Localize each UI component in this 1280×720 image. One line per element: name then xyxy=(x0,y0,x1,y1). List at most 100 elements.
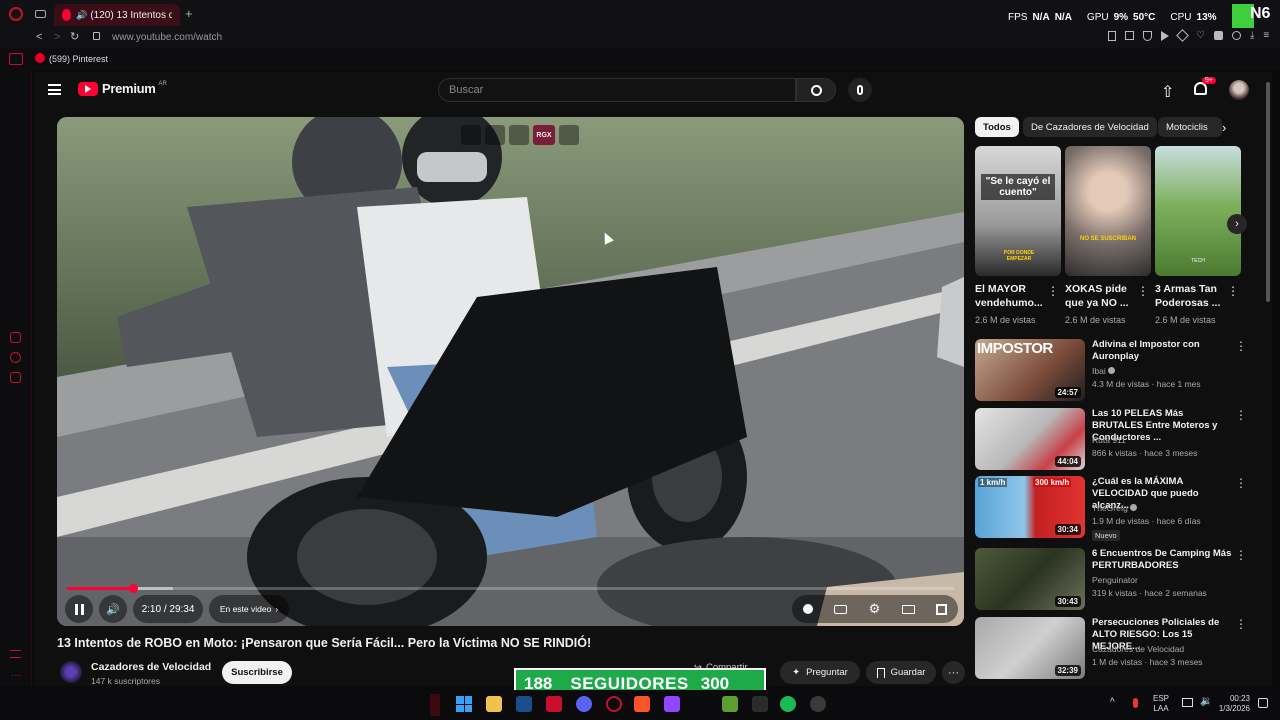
rgx-button[interactable]: RGX xyxy=(533,125,555,145)
opera-logo-icon[interactable] xyxy=(9,7,23,21)
short-menu-2[interactable]: ⋮ xyxy=(1137,284,1149,298)
video-menu-icon[interactable]: ⋮ xyxy=(1235,339,1247,353)
channel-name[interactable]: Cazadores de Velocidad xyxy=(91,661,211,673)
list-item[interactable]: 32:39 Persecuciones Policiales de ALTO R… xyxy=(975,617,1247,679)
short-thumbnail-1[interactable]: "Se le cayó el cuento" POR DONDE EMPEZAR xyxy=(975,146,1061,276)
volume-icon: 🔊 xyxy=(106,603,120,616)
popout-icon[interactable] xyxy=(485,125,505,145)
menu-icon[interactable]: ≡ xyxy=(1263,31,1269,41)
obs-icon[interactable] xyxy=(810,696,826,712)
video-menu-icon[interactable]: ⋮ xyxy=(1235,476,1247,490)
windows-start-icon[interactable] xyxy=(456,696,472,712)
volume-button[interactable]: 🔊 xyxy=(99,595,127,623)
short-title-1[interactable]: El MAYOR vendehumo... xyxy=(975,282,1047,310)
opera-gx-icon[interactable] xyxy=(606,696,622,712)
language-indicator[interactable]: ESP LAA xyxy=(1153,694,1169,714)
scrollbar[interactable] xyxy=(1266,82,1270,302)
tray-mic-icon[interactable] xyxy=(1133,698,1138,708)
shield-icon[interactable] xyxy=(1143,31,1152,41)
notification-center-icon[interactable] xyxy=(1258,698,1268,708)
upload-icon[interactable]: ⇧ xyxy=(1161,82,1174,102)
profile-icon[interactable] xyxy=(1231,31,1241,40)
notifications-button[interactable]: 9+ xyxy=(1194,77,1216,95)
pip-icon[interactable] xyxy=(461,125,481,145)
brave-icon[interactable] xyxy=(634,696,650,712)
short-title-3[interactable]: 3 Armas Tan Poderosas ... xyxy=(1155,282,1227,310)
video-player[interactable]: RGX 🔊 2:10 / 29:34 En este video › ⚙ xyxy=(57,117,964,626)
discord-icon[interactable] xyxy=(576,696,592,712)
back-icon[interactable]: < xyxy=(36,31,42,43)
snapshot-icon[interactable] xyxy=(1125,31,1134,40)
clock[interactable]: 00:23 1/3/2026 xyxy=(1214,694,1250,714)
steam-icon[interactable] xyxy=(516,696,532,712)
url-text[interactable]: www.youtube.com/watch xyxy=(112,32,222,43)
list-item[interactable]: 30:43 6 Encuentros De Camping Más PERTUR… xyxy=(975,548,1247,610)
app-red-icon[interactable] xyxy=(546,696,562,712)
terminal-icon[interactable] xyxy=(752,696,768,712)
bookmark-pinterest[interactable]: (599) Pinterest xyxy=(49,54,108,64)
shorts-next-button[interactable]: › xyxy=(1227,214,1247,234)
skip-icon[interactable] xyxy=(509,125,529,145)
ask-button[interactable]: ✦ Preguntar xyxy=(780,661,860,684)
subscribe-button[interactable]: Suscribirse xyxy=(222,661,292,684)
spotify-icon[interactable] xyxy=(780,696,796,712)
extensions-icon[interactable] xyxy=(1213,31,1223,40)
download-icon[interactable]: ⤓ xyxy=(1250,31,1254,41)
search-button[interactable] xyxy=(796,78,836,102)
chip-motorcycles[interactable]: Motociclis xyxy=(1158,117,1222,137)
chapter-button[interactable]: En este video › xyxy=(209,595,289,623)
subtitles-icon[interactable] xyxy=(834,604,848,614)
avatar[interactable] xyxy=(1229,80,1249,100)
video-menu-icon[interactable]: ⋮ xyxy=(1235,548,1247,562)
gear-icon[interactable]: ⚙ xyxy=(869,601,881,617)
minecraft-icon[interactable] xyxy=(722,696,738,712)
sidebar-more-icon[interactable]: ··· xyxy=(11,670,21,681)
search-input[interactable]: Buscar xyxy=(438,78,796,102)
tab-list-icon[interactable] xyxy=(35,10,46,18)
short-title-2[interactable]: XOKAS pide que ya NO ... xyxy=(1065,282,1137,310)
file-explorer-icon[interactable] xyxy=(486,696,502,712)
send-icon[interactable] xyxy=(1176,29,1189,42)
mirror-icon[interactable] xyxy=(559,125,579,145)
video-menu-icon[interactable]: ⋮ xyxy=(1235,408,1247,422)
list-item[interactable]: 44:04 Las 10 PELEAS Más BRUTALES Entre M… xyxy=(975,408,1247,470)
miniplayer-icon[interactable] xyxy=(901,604,915,614)
short-menu-3[interactable]: ⋮ xyxy=(1227,284,1239,298)
voice-search-button[interactable] xyxy=(848,78,872,102)
chip-all[interactable]: Todos xyxy=(975,117,1019,137)
heart-icon[interactable]: ♡ xyxy=(1196,31,1205,41)
speaker-tray-icon[interactable]: 🔉 xyxy=(1200,696,1212,707)
sidebar-whatsapp-icon[interactable] xyxy=(10,352,21,363)
sidebar-messenger-icon[interactable] xyxy=(10,332,21,343)
short-thumbnail-3[interactable]: TECH xyxy=(1155,146,1241,276)
browser-tab-active[interactable]: 🔊 (120) 13 Intentos de RO xyxy=(54,4,180,26)
channel-avatar[interactable] xyxy=(60,661,82,683)
tray-chevron-icon[interactable]: ^ xyxy=(1110,697,1115,708)
new-tab-button[interactable]: + xyxy=(185,6,193,21)
reload-icon[interactable]: ↻ xyxy=(70,30,79,43)
more-actions-button[interactable]: ··· xyxy=(942,661,965,684)
youtube-logo[interactable]: Premium AR xyxy=(78,81,167,96)
sidebar-instagram-icon[interactable] xyxy=(10,372,21,383)
list-item[interactable]: IMPOSTOR 24:57 Adivina el Impostor con A… xyxy=(975,339,1247,401)
chips-next-icon[interactable]: › xyxy=(1222,120,1226,135)
play-icon[interactable] xyxy=(1161,31,1169,41)
progress-bar[interactable] xyxy=(67,584,954,593)
twitch-icon[interactable] xyxy=(664,696,680,712)
pin-icon[interactable] xyxy=(1108,31,1116,41)
video-menu-icon[interactable]: ⋮ xyxy=(1235,617,1247,631)
forward-icon[interactable]: > xyxy=(54,31,60,43)
fullscreen-icon[interactable] xyxy=(936,603,948,615)
autoplay-toggle-icon[interactable] xyxy=(802,604,813,614)
progress-scrubber[interactable] xyxy=(128,584,138,593)
save-button[interactable]: Guardar xyxy=(866,661,936,684)
pause-button[interactable] xyxy=(65,595,93,623)
list-item[interactable]: 1 km/h 300 km/h 30:34 ¿Cuál es la MÁXIMA… xyxy=(975,476,1247,541)
short-thumbnail-2[interactable]: NO SE SUSCRIBAN xyxy=(1065,146,1151,276)
short-menu-1[interactable]: ⋮ xyxy=(1047,284,1059,298)
home-icon[interactable] xyxy=(9,53,23,65)
sidebar-settings-icon[interactable] xyxy=(10,650,21,658)
hamburger-menu-icon[interactable] xyxy=(48,84,61,95)
chip-channel[interactable]: De Cazadores de Velocidad xyxy=(1023,117,1157,137)
network-icon[interactable] xyxy=(1182,698,1193,707)
